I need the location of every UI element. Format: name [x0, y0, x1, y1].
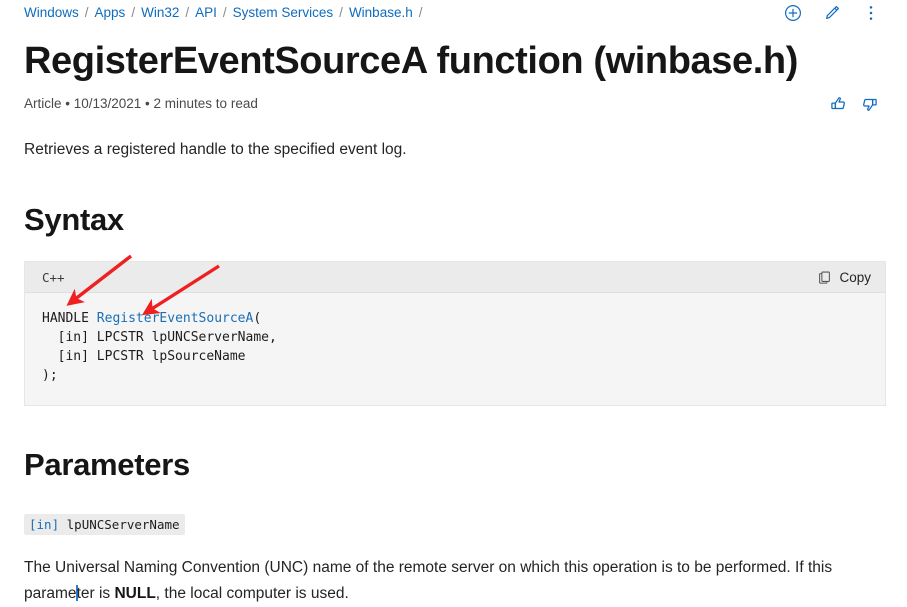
code-language-label: C++	[42, 269, 65, 285]
parameter-name-wrapper: [in] lpUNCServerName	[0, 484, 907, 535]
parameter-name-code: [in] lpUNCServerName	[24, 514, 185, 535]
parameter-description-part2: ter is	[76, 585, 115, 602]
thumbs-up-icon[interactable]	[829, 94, 849, 114]
article-meta: Article • 10/13/2021 • 2 minutes to read	[24, 96, 258, 111]
article-summary: Retrieves a registered handle to the spe…	[24, 141, 407, 158]
parameter-description-null: NULL	[114, 585, 156, 602]
parameter-description-part3: , the local computer is used.	[155, 585, 349, 602]
code-block: C++ Copy HANDLE RegisterEventSourceA( [i…	[24, 261, 886, 406]
breadcrumb-item-apps[interactable]: Apps	[95, 4, 126, 22]
top-actions	[783, 3, 889, 23]
feedback-controls	[829, 94, 889, 114]
top-bar: Windows / Apps / Win32 / API / System Se…	[0, 0, 907, 22]
code-block-header: C++ Copy	[25, 262, 885, 293]
code-line-4: );	[42, 368, 58, 383]
breadcrumb-separator: /	[418, 5, 423, 20]
breadcrumb-item-winbase-h[interactable]: Winbase.h	[349, 4, 413, 22]
add-to-collection-icon[interactable]	[783, 3, 803, 23]
breadcrumb-separator: /	[185, 5, 190, 20]
breadcrumb-item-system-services[interactable]: System Services	[233, 4, 334, 22]
article-meta-row: Article • 10/13/2021 • 2 minutes to read	[0, 84, 907, 114]
breadcrumb: Windows / Apps / Win32 / API / System Se…	[24, 4, 429, 22]
breadcrumb-item-win32[interactable]: Win32	[141, 4, 179, 22]
parameter-identifier: lpUNCServerName	[66, 517, 180, 532]
breadcrumb-item-windows[interactable]: Windows	[24, 4, 79, 22]
breadcrumb-item-api[interactable]: API	[195, 4, 217, 22]
parameters-heading: Parameters	[24, 447, 190, 482]
code-line-3: [in] LPCSTR lpSourceName	[42, 349, 246, 364]
code-line-1-function: RegisterEventSourceA	[96, 311, 254, 326]
breadcrumb-separator: /	[222, 5, 227, 20]
syntax-heading: Syntax	[24, 202, 124, 237]
breadcrumb-separator: /	[131, 5, 136, 20]
code-content[interactable]: HANDLE RegisterEventSourceA( [in] LPCSTR…	[25, 293, 885, 405]
copy-code-button[interactable]: Copy	[817, 270, 871, 285]
code-line-1-suffix: (	[253, 311, 262, 326]
more-options-icon[interactable]	[861, 3, 881, 23]
code-line-2: [in] LPCSTR lpUNCServerName,	[42, 330, 277, 345]
parameter-direction: [in]	[29, 517, 60, 532]
page-title: RegisterEventSourceA function (winbase.h…	[24, 40, 798, 82]
copy-code-label: Copy	[839, 269, 871, 285]
breadcrumb-separator: /	[84, 5, 89, 20]
edit-icon[interactable]	[822, 3, 842, 23]
breadcrumb-separator: /	[339, 5, 343, 20]
copy-icon	[817, 270, 832, 285]
thumbs-down-icon[interactable]	[859, 94, 879, 114]
code-line-1-prefix: HANDLE	[42, 311, 97, 326]
parameter-description: The Universal Naming Convention (UNC) na…	[0, 535, 907, 607]
